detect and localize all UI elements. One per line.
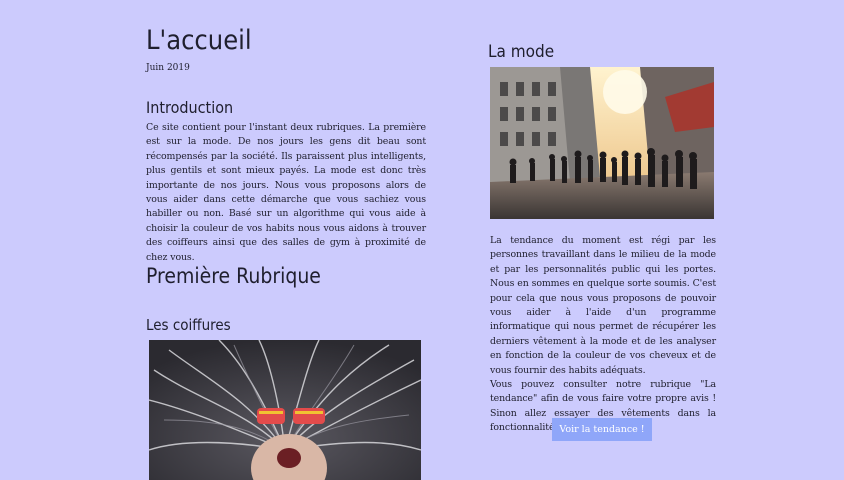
section-heading-premiere-rubrique: Première Rubrique [146, 264, 321, 288]
mode-heading: La mode [488, 42, 555, 62]
voir-la-tendance-button[interactable]: Voir la tendance ! [552, 418, 652, 441]
mode-paragraph-1: La tendance du moment est régi par les p… [490, 235, 716, 376]
page-date: Juin 2019 [146, 63, 190, 73]
mode-text: La tendance du moment est régi par les p… [490, 234, 716, 436]
street-fashion-photo [490, 67, 714, 219]
introduction-text: Ce site contient pour l'instant deux rub… [146, 122, 426, 263]
hairstyle-photo [149, 340, 421, 480]
introduction-heading: Introduction [146, 98, 234, 117]
page-title: L'accueil [146, 25, 252, 56]
coiffures-heading: Les coiffures [146, 316, 231, 334]
